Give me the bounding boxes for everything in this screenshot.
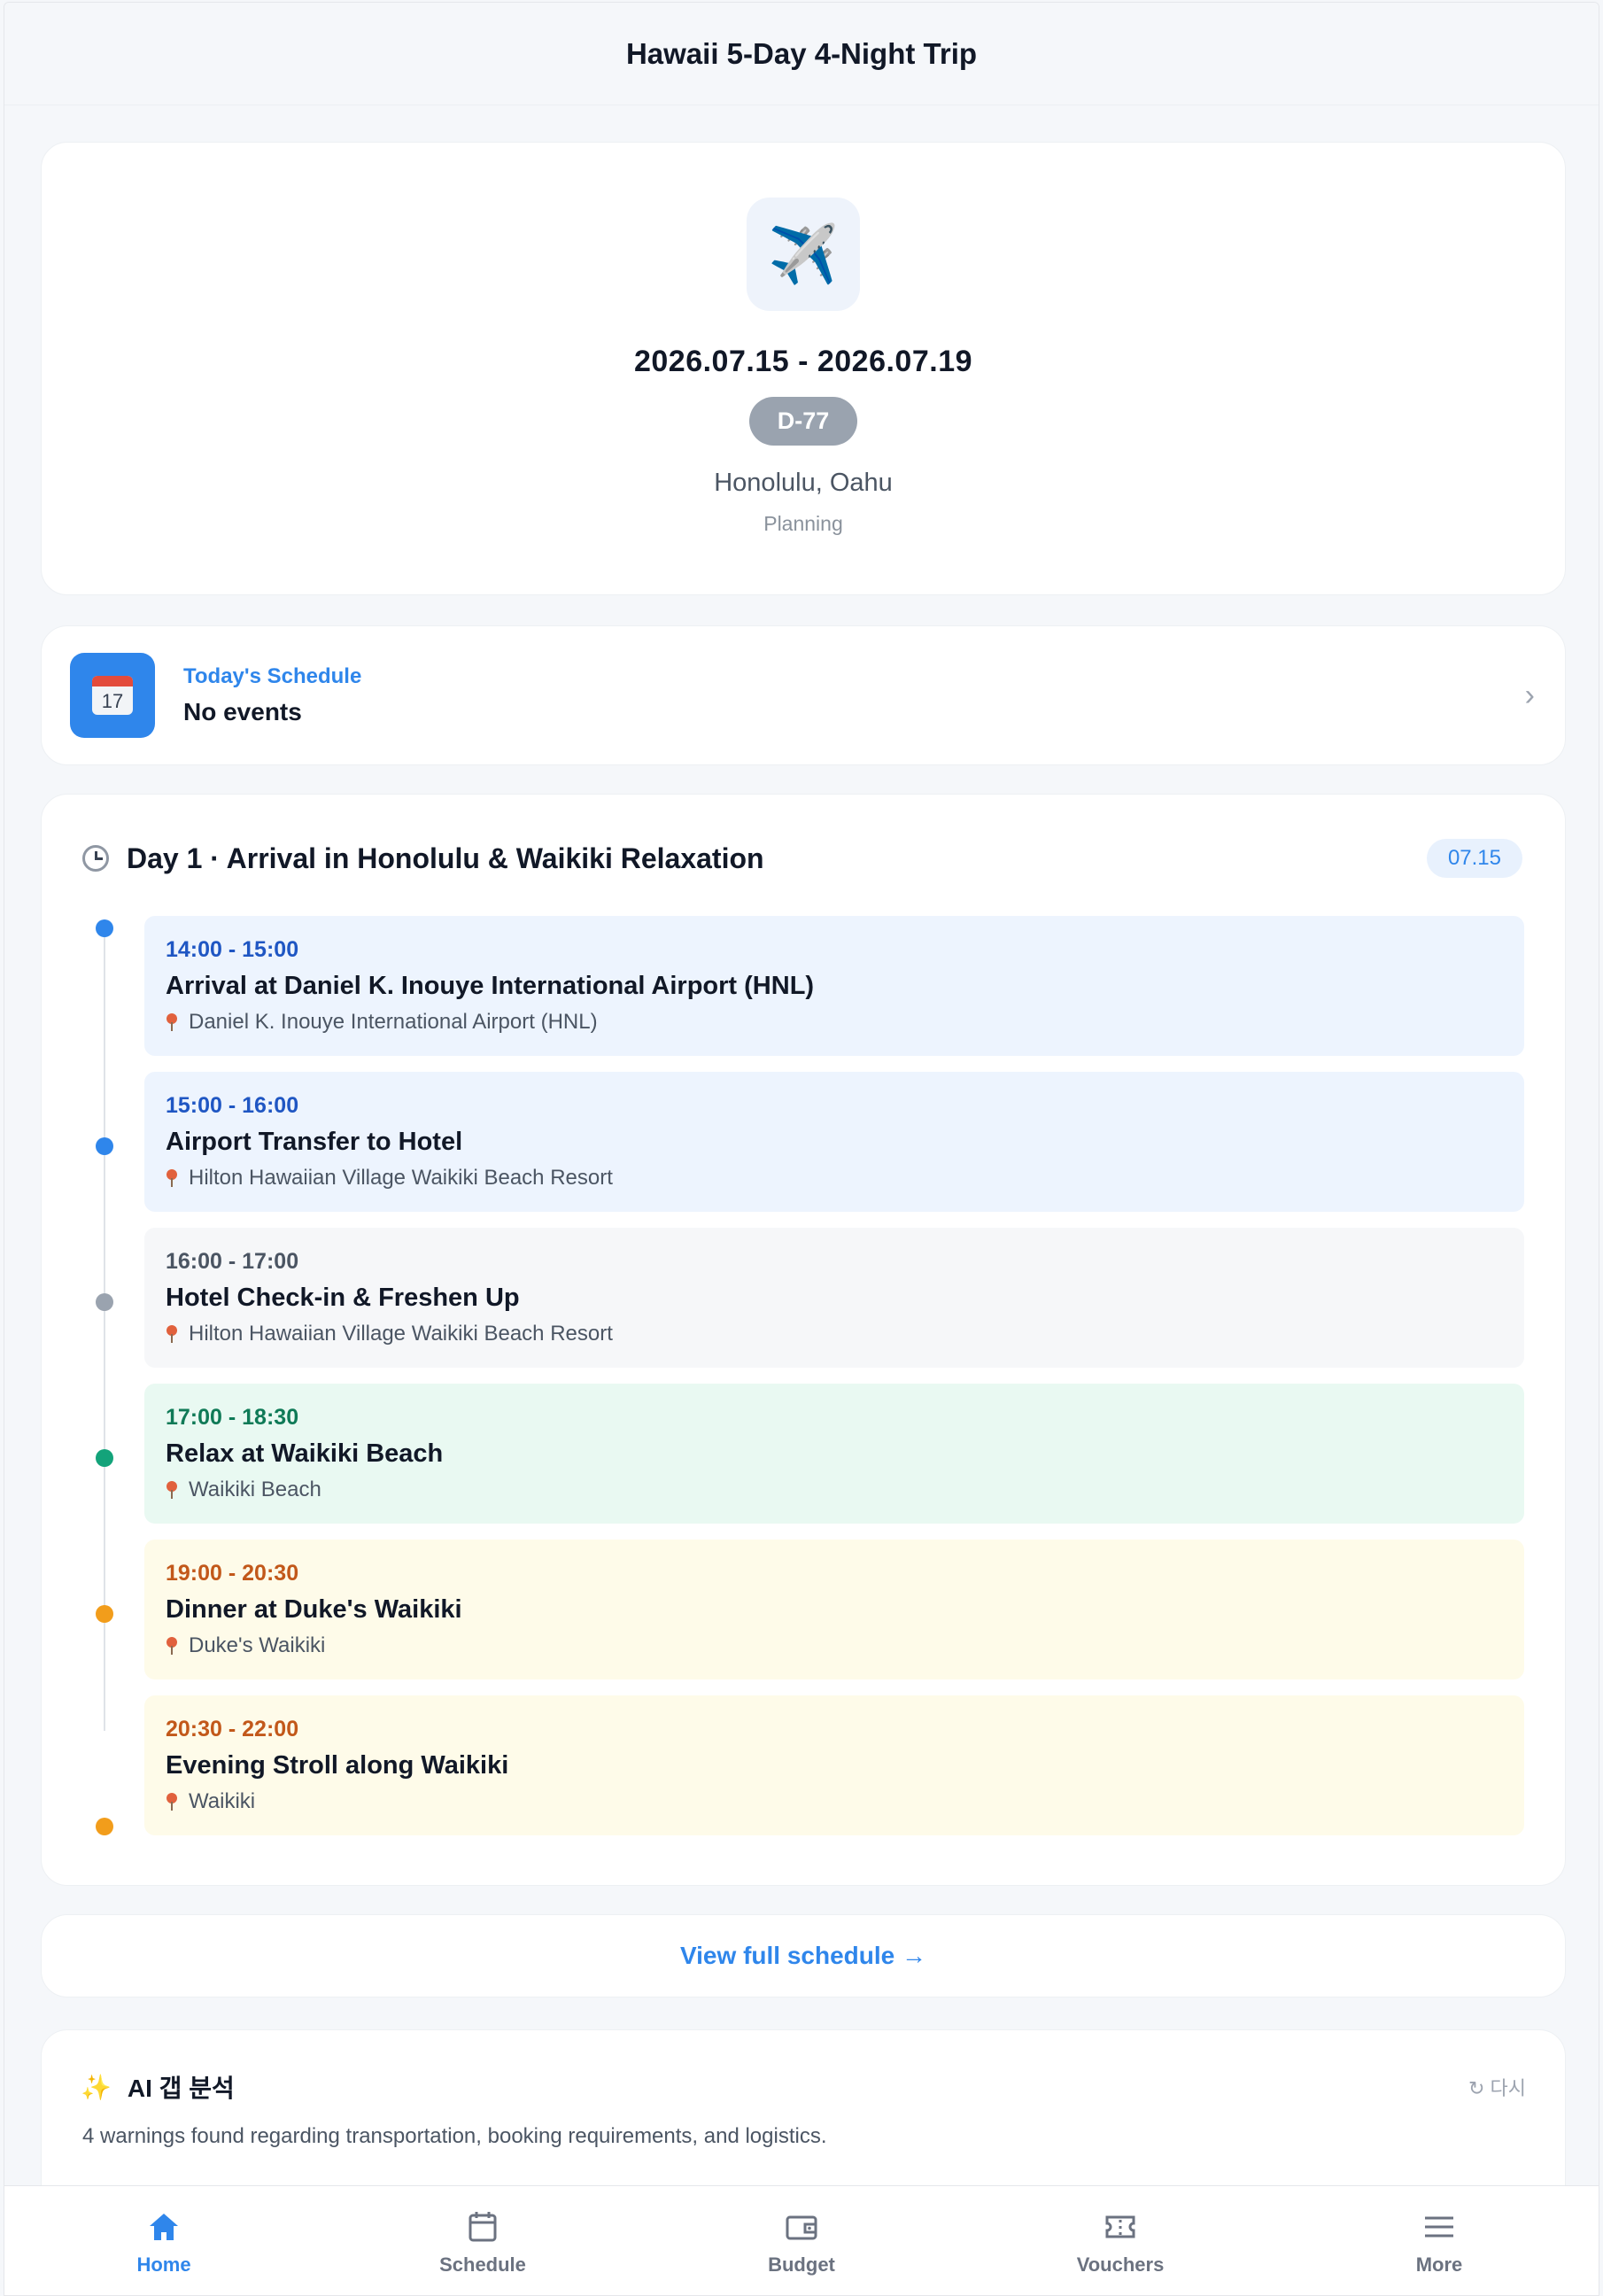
- event-place: Waikiki: [189, 1789, 256, 1813]
- nav-item-vouchers[interactable]: Vouchers: [961, 2186, 1280, 2295]
- event-place: Duke's Waikiki: [189, 1633, 326, 1657]
- event-place: Hilton Hawaiian Village Waikiki Beach Re…: [189, 1166, 613, 1190]
- calendar-icon: 17: [70, 653, 155, 738]
- view-full-schedule-card: View full schedule →: [41, 1914, 1566, 1997]
- timeline-dot: [96, 1605, 113, 1623]
- schedule-event[interactable]: 20:30 - 22:00 Evening Stroll along Waiki…: [144, 1695, 1524, 1835]
- event-title: Evening Stroll along Waikiki: [166, 1751, 509, 1780]
- trip-status: Planning: [763, 512, 843, 535]
- day-header: Day 1 · Arrival in Honolulu & Waikiki Re…: [82, 839, 1522, 878]
- event-title: Airport Transfer to Hotel: [166, 1128, 463, 1156]
- event-time: 17:00 - 18:30: [166, 1405, 299, 1430]
- todays-schedule-card[interactable]: 17 Today's Schedule No events ›: [41, 625, 1566, 765]
- event-time: 16:00 - 17:00: [166, 1249, 299, 1274]
- timeline-dot: [96, 919, 113, 937]
- event-place: Daniel K. Inouye International Airport (…: [189, 1010, 598, 1034]
- airplane-icon: ✈️: [747, 198, 860, 311]
- view-full-schedule-link[interactable]: View full schedule →: [680, 1942, 926, 1970]
- page-title: Hawaii 5-Day 4-Night Trip: [625, 36, 978, 70]
- ai-header: ✨ AI 갭 분석 ↻ 다시: [81, 2069, 1526, 2105]
- home-icon: [150, 2213, 178, 2240]
- ai-summary: 4 warnings found regarding transportatio…: [82, 2124, 827, 2148]
- wallet-icon: [786, 2215, 817, 2239]
- nav-item-home[interactable]: Home: [4, 2186, 323, 2295]
- trip-location: Honolulu, Oahu: [714, 469, 893, 497]
- schedule-event[interactable]: 17:00 - 18:30 Relax at Waikiki Beach Wai…: [144, 1384, 1524, 1524]
- pin-icon: [166, 1481, 178, 1499]
- day-date-badge: 07.15: [1426, 839, 1522, 878]
- trip-summary-card: ✈️ 2026.07.15 - 2026.07.19 D-77 Honolulu…: [41, 142, 1566, 595]
- event-title: Arrival at Daniel K. Inouye Internationa…: [166, 972, 815, 1000]
- nav-label: Budget: [768, 2253, 835, 2276]
- schedule-event[interactable]: 19:00 - 20:30 Dinner at Duke's Waikiki D…: [144, 1540, 1524, 1679]
- dday-badge: D-77: [748, 397, 858, 446]
- nav-label: Vouchers: [1076, 2253, 1165, 2276]
- event-place: Hilton Hawaiian Village Waikiki Beach Re…: [189, 1322, 613, 1346]
- bottom-nav: Home Schedule Budget Vouchers More: [4, 2185, 1599, 2295]
- timeline-dot: [96, 1137, 113, 1155]
- sparkle-icon: ✨: [81, 2073, 112, 2101]
- pin-icon: [166, 1793, 178, 1811]
- clock-icon: [82, 845, 109, 872]
- day-schedule-card: Day 1 · Arrival in Honolulu & Waikiki Re…: [41, 794, 1566, 1886]
- day-title: Day 1 · Arrival in Honolulu & Waikiki Re…: [127, 842, 764, 874]
- timeline-dot: [96, 1293, 113, 1311]
- event-title: Dinner at Duke's Waikiki: [166, 1595, 462, 1624]
- retry-button[interactable]: ↻ 다시: [1468, 2073, 1526, 2101]
- nav-item-budget[interactable]: Budget: [642, 2186, 961, 2295]
- pin-icon: [166, 1637, 178, 1655]
- nav-label: More: [1415, 2253, 1463, 2276]
- nav-item-more[interactable]: More: [1280, 2186, 1599, 2295]
- pin-icon: [166, 1325, 178, 1343]
- calendar-icon: [469, 2211, 497, 2241]
- event-place: Waikiki Beach: [189, 1478, 321, 1501]
- event-title: Relax at Waikiki Beach: [166, 1439, 444, 1468]
- timeline-dot: [96, 1449, 113, 1467]
- chevron-right-icon: ›: [1524, 678, 1535, 712]
- event-time: 14:00 - 15:00: [166, 937, 299, 962]
- schedule-event[interactable]: 14:00 - 15:00 Arrival at Daniel K. Inouy…: [144, 916, 1524, 1056]
- ticket-icon: [1105, 2215, 1135, 2238]
- event-time: 20:30 - 22:00: [166, 1717, 299, 1741]
- timeline-dot: [96, 1818, 113, 1835]
- ai-title: AI 갭 분석: [127, 2075, 235, 2102]
- trip-dates: 2026.07.15 - 2026.07.19: [633, 345, 973, 378]
- todays-schedule-label: Today's Schedule: [183, 664, 362, 688]
- event-time: 15:00 - 16:00: [166, 1093, 299, 1118]
- menu-icon: [1425, 2216, 1453, 2237]
- todays-schedule-value: No events: [183, 698, 302, 725]
- pin-icon: [166, 1169, 178, 1187]
- schedule-event[interactable]: 16:00 - 17:00 Hotel Check-in & Freshen U…: [144, 1228, 1524, 1368]
- schedule-event[interactable]: 15:00 - 16:00 Airport Transfer to Hotel …: [144, 1072, 1524, 1212]
- nav-label: Schedule: [439, 2253, 526, 2276]
- app-header: Hawaii 5-Day 4-Night Trip: [4, 3, 1599, 105]
- event-time: 19:00 - 20:30: [166, 1561, 299, 1586]
- event-title: Hotel Check-in & Freshen Up: [166, 1284, 520, 1312]
- app-frame: Hawaii 5-Day 4-Night Trip ✈️ 2026.07.15 …: [4, 2, 1599, 2296]
- nav-item-schedule[interactable]: Schedule: [323, 2186, 642, 2295]
- pin-icon: [166, 1013, 178, 1031]
- nav-label: Home: [136, 2253, 191, 2276]
